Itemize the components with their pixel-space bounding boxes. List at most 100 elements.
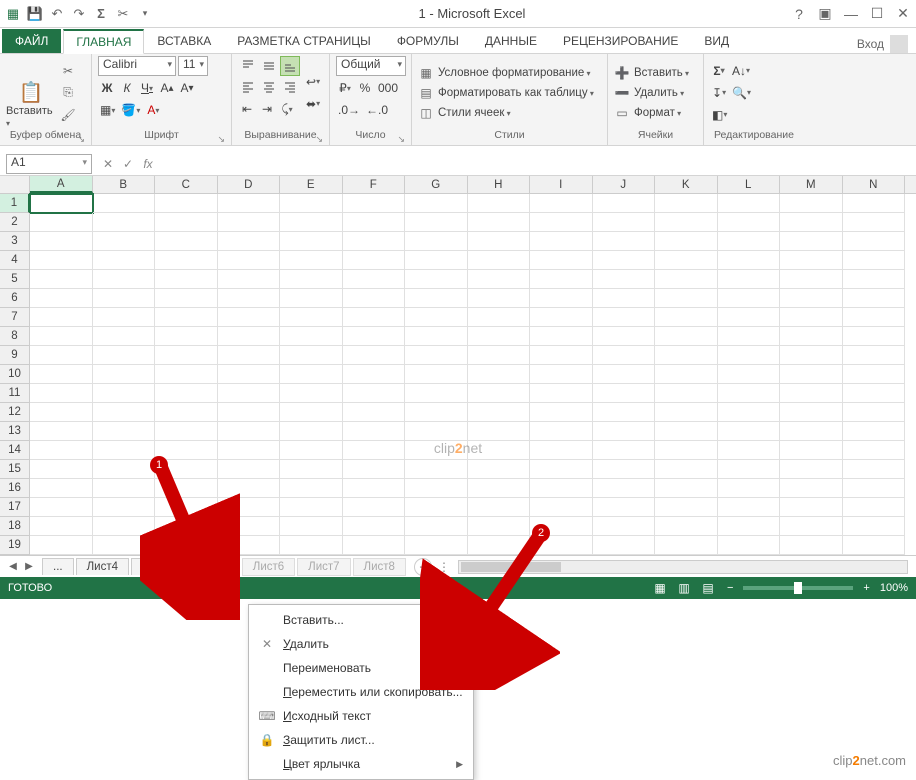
cell[interactable] [30, 213, 93, 232]
wrap-text-button[interactable]: ↩ [304, 72, 322, 92]
cell[interactable] [343, 251, 406, 270]
fill-color-button[interactable]: 🪣 [119, 100, 142, 120]
cell[interactable] [218, 517, 281, 536]
cell[interactable] [155, 498, 218, 517]
cell[interactable] [155, 479, 218, 498]
cell[interactable] [530, 213, 593, 232]
cancel-formula-icon[interactable]: ✕ [98, 154, 118, 174]
cell[interactable] [343, 232, 406, 251]
cell[interactable] [405, 289, 468, 308]
cell[interactable] [218, 194, 281, 213]
launcher-icon[interactable]: ↘ [77, 134, 85, 145]
row-header[interactable]: 16 [0, 479, 30, 498]
cell[interactable] [780, 365, 843, 384]
italic-button[interactable]: К [118, 78, 136, 98]
cell[interactable] [718, 441, 781, 460]
cell[interactable] [218, 441, 281, 460]
cell[interactable] [468, 422, 531, 441]
row-header[interactable]: 19 [0, 536, 30, 555]
column-header[interactable]: M [780, 176, 843, 193]
row-header[interactable]: 1 [0, 194, 30, 213]
cell[interactable] [280, 460, 343, 479]
cell[interactable] [218, 308, 281, 327]
bold-button[interactable]: Ж [98, 78, 116, 98]
cell[interactable] [30, 365, 93, 384]
fill-button[interactable]: ↧ [710, 83, 728, 103]
cell[interactable] [93, 441, 156, 460]
accounting-button[interactable]: ₽ [336, 78, 354, 98]
column-header[interactable]: A [30, 176, 93, 193]
cell[interactable] [530, 441, 593, 460]
cell[interactable] [593, 251, 656, 270]
cell[interactable] [780, 422, 843, 441]
cell[interactable] [30, 251, 93, 270]
cell[interactable] [343, 270, 406, 289]
cell[interactable] [30, 517, 93, 536]
autosum-icon[interactable]: Σ [92, 5, 110, 23]
format-as-table-button[interactable]: ▤Форматировать как таблицу [418, 85, 601, 101]
cell[interactable] [530, 194, 593, 213]
cell[interactable] [468, 479, 531, 498]
row-header[interactable]: 3 [0, 232, 30, 251]
cell[interactable] [718, 289, 781, 308]
cell[interactable] [530, 251, 593, 270]
cell[interactable] [468, 194, 531, 213]
cell[interactable] [30, 422, 93, 441]
cell[interactable] [280, 422, 343, 441]
column-header[interactable]: I [530, 176, 593, 193]
cell[interactable] [655, 289, 718, 308]
row-header[interactable]: 17 [0, 498, 30, 517]
cell[interactable] [468, 536, 531, 555]
comma-button[interactable]: 000 [376, 78, 400, 98]
row-header[interactable]: 18 [0, 517, 30, 536]
cell[interactable] [280, 403, 343, 422]
cell[interactable] [843, 213, 906, 232]
font-name-combo[interactable]: Calibri [98, 56, 176, 76]
cell[interactable] [155, 308, 218, 327]
cell[interactable] [155, 270, 218, 289]
cell[interactable] [280, 232, 343, 251]
cell[interactable] [155, 403, 218, 422]
cell[interactable] [843, 384, 906, 403]
cell[interactable] [155, 365, 218, 384]
cell[interactable] [655, 213, 718, 232]
cell[interactable] [843, 441, 906, 460]
row-header[interactable]: 9 [0, 346, 30, 365]
cell[interactable] [593, 270, 656, 289]
increase-decimal-button[interactable]: .0→ [336, 100, 362, 120]
column-header[interactable]: D [218, 176, 281, 193]
cell[interactable] [843, 536, 906, 555]
cell[interactable] [780, 346, 843, 365]
clear-button[interactable]: ◧ [710, 105, 729, 125]
sheet-tab-7[interactable]: Лист7 [297, 558, 350, 576]
sheet-tab-4[interactable]: Лист4 [76, 558, 129, 575]
cell[interactable] [780, 441, 843, 460]
horizontal-scrollbar[interactable] [458, 560, 908, 574]
cell[interactable] [780, 327, 843, 346]
cell[interactable] [93, 479, 156, 498]
cell[interactable] [468, 232, 531, 251]
cell[interactable] [530, 232, 593, 251]
cell[interactable] [343, 327, 406, 346]
cell[interactable] [218, 479, 281, 498]
cell[interactable] [218, 251, 281, 270]
cut-icon[interactable]: ✂ [60, 63, 76, 79]
sort-filter-button[interactable]: A↓ [730, 61, 752, 81]
cell[interactable] [218, 536, 281, 555]
cm-rename[interactable]: Переименовать [249, 656, 473, 680]
font-color-button[interactable]: A [144, 100, 162, 120]
row-header[interactable]: 7 [0, 308, 30, 327]
cell[interactable] [718, 422, 781, 441]
cell[interactable] [593, 498, 656, 517]
cell[interactable] [30, 308, 93, 327]
cell[interactable] [593, 384, 656, 403]
cell[interactable] [780, 517, 843, 536]
cell[interactable] [343, 194, 406, 213]
cell[interactable] [468, 460, 531, 479]
cell[interactable] [530, 403, 593, 422]
cell[interactable] [155, 194, 218, 213]
cell[interactable] [655, 270, 718, 289]
cell[interactable] [30, 498, 93, 517]
cell[interactable] [718, 232, 781, 251]
decrease-decimal-button[interactable]: ←.0 [364, 100, 390, 120]
